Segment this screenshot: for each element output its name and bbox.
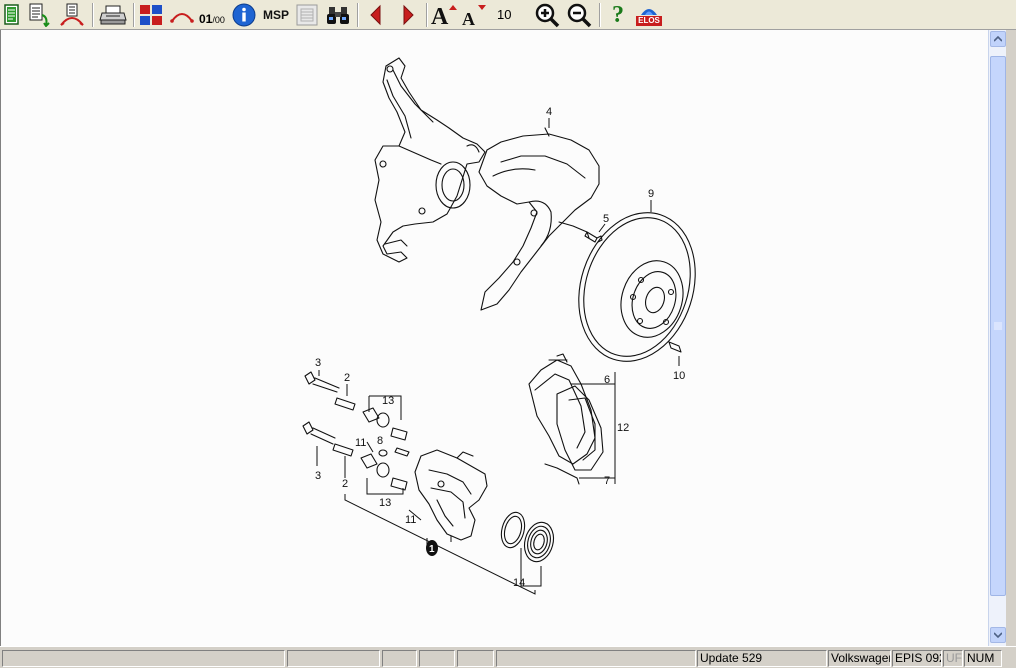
arc-icon[interactable] <box>168 2 196 28</box>
window-frame-right <box>1006 30 1016 646</box>
scroll-down-icon <box>994 632 1002 638</box>
status-pane-message <box>2 650 285 667</box>
caliper-housing <box>414 449 488 541</box>
label-8: 8 <box>377 435 383 447</box>
steering-knuckle <box>374 57 486 263</box>
label-7: 7 <box>604 475 610 487</box>
grip-icon <box>994 322 1002 330</box>
status-pane-5 <box>457 650 494 667</box>
toolbar: 01 /00 MSP A A 10 ? ELOS <box>0 0 1016 30</box>
font-larger-icon[interactable]: A <box>431 2 460 30</box>
printer-icon[interactable] <box>98 2 128 28</box>
label-13-upper: 13 <box>382 395 394 407</box>
label-3-lower: 3 <box>315 470 321 482</box>
brake-disc <box>578 212 696 362</box>
document-icon[interactable] <box>2 2 22 28</box>
guide-sleeve-lower <box>332 443 354 457</box>
brake-pads <box>528 353 604 471</box>
next-arrow-icon[interactable] <box>395 2 421 28</box>
elos-icon[interactable]: ELOS <box>634 2 664 28</box>
scroll-up-button[interactable] <box>990 31 1006 47</box>
elos-label: ELOS <box>636 16 662 26</box>
label-5: 5 <box>603 213 609 225</box>
parts-list-icon[interactable] <box>26 2 54 28</box>
color-grid-icon[interactable] <box>138 2 164 28</box>
label-6: 6 <box>604 374 610 386</box>
label-14: 14 <box>513 577 525 589</box>
label-3-upper: 3 <box>315 357 321 369</box>
label-2-lower: 2 <box>342 478 348 490</box>
zoom-out-icon[interactable] <box>564 2 594 28</box>
vertical-scrollbar[interactable] <box>988 30 1006 646</box>
status-uf: UF <box>943 650 963 667</box>
font-smaller-label: A <box>462 8 475 29</box>
zoom-value: 10 <box>497 7 512 22</box>
binoculars-icon[interactable] <box>324 2 352 28</box>
guide-sleeve-upper <box>334 397 356 411</box>
screw-10 <box>668 341 682 353</box>
status-pane-3 <box>382 650 417 667</box>
msp-label: MSP <box>262 8 289 22</box>
label-11-lower: 11 <box>405 514 416 526</box>
fraction-bottom: /00 <box>212 14 225 25</box>
tree-structure-icon[interactable] <box>57 2 87 28</box>
label-11: 11 <box>355 437 366 449</box>
status-brand: Volkswagen <box>828 650 891 667</box>
label-12: 12 <box>617 422 629 434</box>
frame-icon[interactable] <box>293 2 321 28</box>
scroll-thumb[interactable] <box>990 56 1006 596</box>
status-epis: EPIS 092 <box>892 650 942 667</box>
info-icon[interactable] <box>230 2 258 28</box>
diagram-canvas: 4 9 5 10 3 2 13 8 11 3 2 13 11 6 12 7 14… <box>0 30 988 646</box>
fraction-top: 01 <box>199 11 213 26</box>
guide-bolt-upper <box>304 371 340 393</box>
font-smaller-icon[interactable]: A <box>462 2 492 29</box>
label-2-upper: 2 <box>344 372 350 384</box>
zoom-in-icon[interactable] <box>532 2 562 28</box>
help-label: ? <box>612 1 624 28</box>
piston-seal <box>500 511 526 549</box>
bushings-lower <box>360 453 408 491</box>
bushings-upper <box>362 407 408 441</box>
splash-shield <box>478 127 600 311</box>
status-update: Update 529 <box>697 650 827 667</box>
part-labels: 4 9 5 10 3 2 13 8 11 3 2 13 11 6 12 7 14 <box>315 106 685 589</box>
label-13-lower: 13 <box>379 497 391 509</box>
piston-boot <box>523 521 555 563</box>
scroll-down-button[interactable] <box>990 627 1006 643</box>
status-pane-6 <box>496 650 696 667</box>
status-num: NUM <box>964 650 1002 667</box>
status-bar: Update 529 Volkswagen EPIS 092 UF NUM <box>0 646 1016 668</box>
status-pane-2 <box>287 650 380 667</box>
previous-arrow-icon[interactable] <box>363 2 389 28</box>
label-1-marker: 1 <box>426 540 438 556</box>
exploded-brake-diagram: 4 9 5 10 3 2 13 8 11 3 2 13 11 6 12 7 14… <box>302 57 696 595</box>
font-larger-label: A <box>431 3 449 30</box>
scroll-up-icon <box>994 36 1002 42</box>
msp-button[interactable]: MSP <box>260 2 292 28</box>
guide-bolt-lower <box>302 421 336 445</box>
fraction-icon[interactable]: 01 /00 <box>199 2 228 28</box>
label-1: 1 <box>429 544 435 555</box>
help-icon[interactable]: ? <box>604 2 632 28</box>
label-4: 4 <box>546 106 552 118</box>
small-caps <box>378 447 410 457</box>
label-10: 10 <box>673 370 685 382</box>
label-9: 9 <box>648 188 654 200</box>
status-pane-4 <box>419 650 455 667</box>
